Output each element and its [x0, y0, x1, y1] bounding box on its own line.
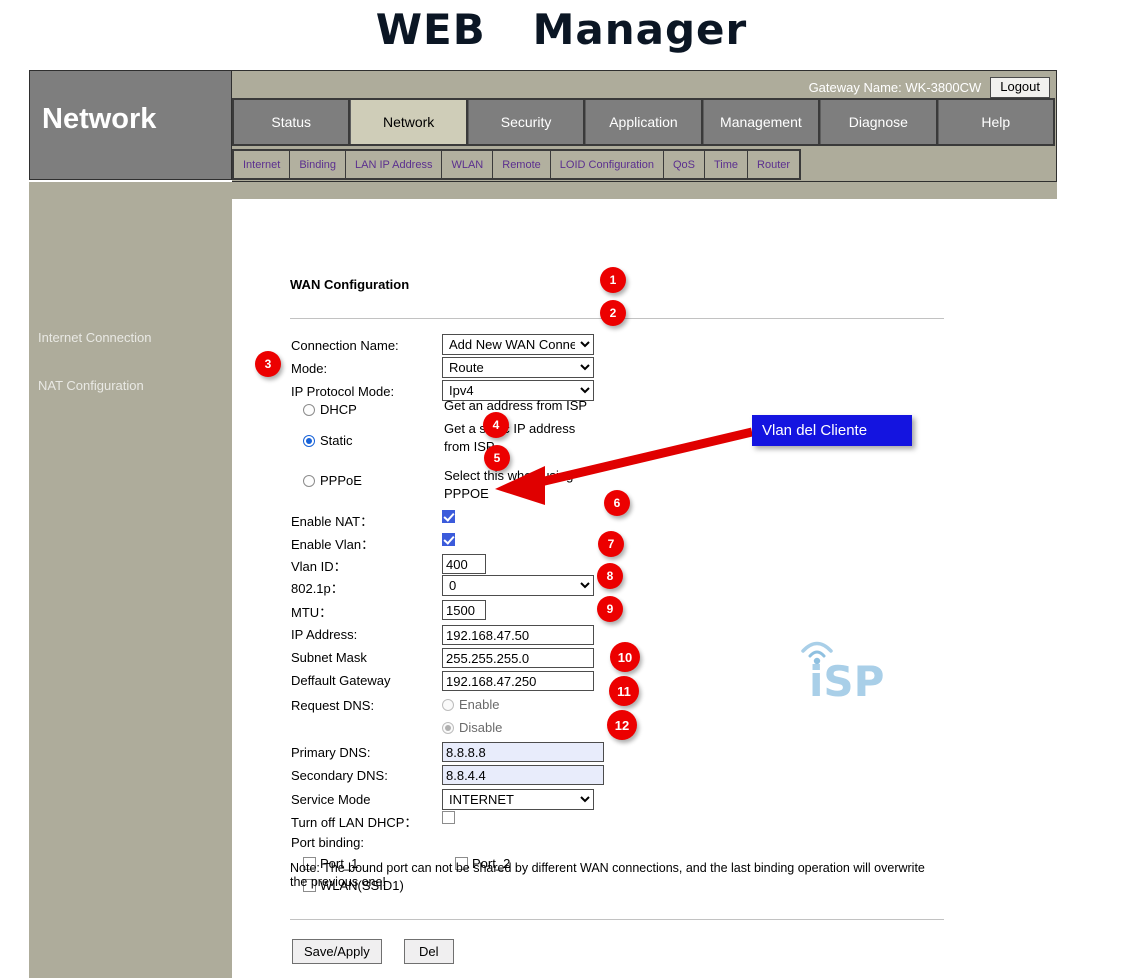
connection-name-select[interactable]: Add New WAN Connection [442, 334, 594, 355]
tab-application[interactable]: Application [585, 100, 702, 144]
dot1p-select[interactable]: 0 [442, 575, 594, 596]
mtu-label: MTU： [291, 602, 332, 621]
subnet-mask-label: Subnet Mask [291, 650, 367, 665]
sidebar-item-internet-connection[interactable]: Internet Connection [38, 330, 151, 345]
enable-vlan-checkbox[interactable] [442, 533, 455, 546]
enable-nat-label: Enable NAT： [291, 511, 373, 530]
tab-status[interactable]: Status [232, 100, 350, 144]
default-gateway-label: Deffault Gateway [291, 673, 390, 688]
del-button[interactable]: Del [404, 939, 454, 964]
wan-configuration-form: WAN Configuration Connection Name: Add N… [290, 199, 1004, 978]
static-label: Static [320, 433, 353, 448]
primary-dns-label: Primary DNS: [291, 745, 370, 760]
enable-vlan-row[interactable] [442, 533, 455, 546]
enable-nat-row[interactable] [442, 510, 455, 523]
ip-protocol-mode-label: IP Protocol Mode: [291, 384, 394, 399]
subtab-router[interactable]: Router [748, 151, 799, 178]
dot1p-label: 802.1p： [291, 578, 344, 597]
pppoe-help-text: Select this when using PPPOE [444, 467, 604, 503]
enable-vlan-label: Enable Vlan： [291, 534, 374, 553]
dhcp-radio[interactable] [303, 404, 315, 416]
router-admin-frame: Network Internet Connection NAT Configur… [29, 70, 1057, 978]
subtab-wlan[interactable]: WLAN [442, 151, 493, 178]
subtab-remote[interactable]: Remote [493, 151, 551, 178]
save-apply-button[interactable]: Save/Apply [292, 939, 382, 964]
turn-off-lan-dhcp-label: Turn off LAN DHCP： [291, 812, 417, 831]
section-divider [290, 318, 944, 319]
tab-management[interactable]: Management [703, 100, 820, 144]
subtab-time[interactable]: Time [705, 151, 748, 178]
static-help-text: Get a static IP address from ISP [444, 420, 604, 456]
subtab-internet[interactable]: Internet [234, 151, 290, 178]
mode-select[interactable]: Route [442, 357, 594, 378]
service-mode-select[interactable]: INTERNET [442, 789, 594, 810]
secondary-dns-input[interactable] [442, 765, 604, 785]
connection-name-label: Connection Name: [291, 338, 399, 353]
request-dns-disable-row[interactable]: Disable [442, 720, 502, 735]
default-gateway-input[interactable] [442, 671, 594, 691]
request-dns-disable-label: Disable [459, 720, 502, 735]
sidebar-item-nat-configuration[interactable]: NAT Configuration [38, 378, 144, 393]
subtab-binding[interactable]: Binding [290, 151, 346, 178]
request-dns-label: Request DNS: [291, 698, 374, 713]
turn-off-lan-dhcp-checkbox[interactable] [442, 811, 455, 824]
logout-button[interactable]: Logout [990, 77, 1050, 98]
section-title: WAN Configuration [290, 277, 409, 292]
request-dns-enable-radio[interactable] [442, 699, 454, 711]
vlan-id-input[interactable] [442, 554, 486, 574]
header-area: Gateway Name: WK-3800CW Logout Status Ne… [232, 70, 1057, 182]
bottom-divider [290, 919, 944, 920]
tab-help[interactable]: Help [938, 100, 1055, 144]
sub-tab-bar: Internet Binding LAN IP Address WLAN Rem… [232, 149, 801, 180]
ip-address-label: IP Address: [291, 627, 357, 642]
pppoe-label: PPPoE [320, 473, 362, 488]
request-dns-disable-radio[interactable] [442, 722, 454, 734]
vlan-id-label: Vlan ID： [291, 556, 347, 575]
secondary-dns-label: Secondary DNS: [291, 768, 388, 783]
sidebar: Internet Connection NAT Configuration [29, 182, 232, 978]
port-binding-note: Note: The bound port can not be shared b… [290, 861, 930, 889]
page-title: WEB Manager [0, 0, 1123, 62]
request-dns-enable-row[interactable]: Enable [442, 697, 499, 712]
pppoe-radio[interactable] [303, 475, 315, 487]
mode-label: Mode: [291, 361, 327, 376]
content-top-band [232, 182, 1057, 199]
static-radio[interactable] [303, 435, 315, 447]
port-binding-label: Port binding: [291, 835, 364, 850]
subtab-lan-ip-address[interactable]: LAN IP Address [346, 151, 442, 178]
tab-security[interactable]: Security [468, 100, 585, 144]
subtab-loid-configuration[interactable]: LOID Configuration [551, 151, 664, 178]
brand-block: Network [29, 70, 232, 180]
ip-address-input[interactable] [442, 625, 594, 645]
request-dns-enable-label: Enable [459, 697, 499, 712]
brand-label: Network [42, 103, 156, 136]
mtu-input[interactable] [442, 600, 486, 620]
pppoe-radio-row[interactable]: PPPoE [303, 473, 362, 488]
turn-off-lan-dhcp-row[interactable] [442, 811, 455, 824]
gateway-name-label: Gateway Name: WK-3800CW [809, 80, 982, 95]
static-radio-row[interactable]: Static [303, 433, 353, 448]
dhcp-label: DHCP [320, 402, 357, 417]
dhcp-radio-row[interactable]: DHCP [303, 402, 357, 417]
tab-network[interactable]: Network [350, 100, 467, 144]
tab-diagnose[interactable]: Diagnose [820, 100, 937, 144]
main-tab-bar: Status Network Security Application Mana… [232, 98, 1055, 146]
service-mode-label: Service Mode [291, 792, 370, 807]
subtab-qos[interactable]: QoS [664, 151, 705, 178]
dhcp-help-text: Get an address from ISP [444, 397, 604, 415]
primary-dns-input[interactable] [442, 742, 604, 762]
gateway-bar: Gateway Name: WK-3800CW Logout [809, 76, 1050, 98]
content-panel: WAN Configuration Connection Name: Add N… [232, 182, 1057, 978]
subnet-mask-input[interactable] [442, 648, 594, 668]
enable-nat-checkbox[interactable] [442, 510, 455, 523]
